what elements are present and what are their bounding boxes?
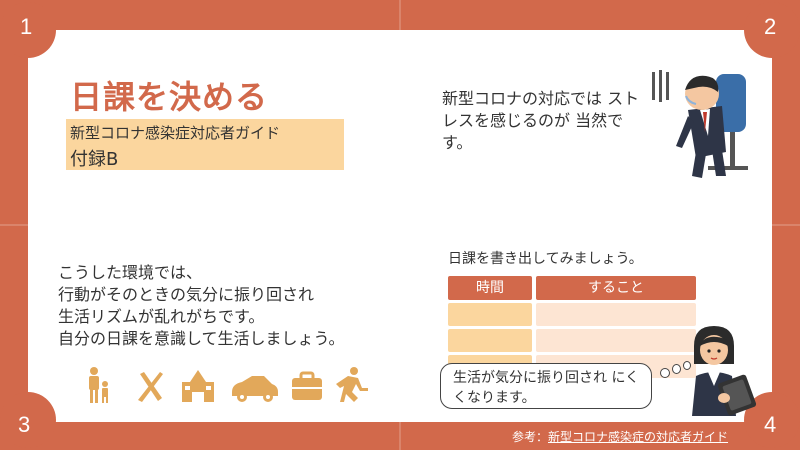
corner-number-1: 1	[20, 14, 33, 39]
page-title: 日課を決める	[70, 78, 269, 116]
reference-label: 参考：	[512, 430, 549, 444]
stress-message: 新型コロナの対応では ストレスを感じるのが 当然です。	[442, 89, 640, 152]
corner-number-2: 2	[764, 14, 777, 39]
table-cell-time	[448, 329, 532, 352]
running-icon	[336, 367, 368, 402]
corner-number-3: 3	[18, 412, 31, 437]
table-cell-task	[536, 303, 696, 326]
activity-icons	[89, 367, 368, 403]
table-header-task: すること	[536, 276, 696, 300]
body-text: こうした環境では、 行動がそのときの気分に振り回され 生活リズムが乱れがちです。…	[58, 262, 418, 350]
table-cell-time	[448, 303, 532, 326]
reference: 参考：新型コロナ感染症の対応者ガイド	[512, 428, 728, 445]
family-icon	[89, 367, 108, 403]
subtitle-guide: 新型コロナ感染症対応者ガイド	[70, 124, 281, 142]
briefcase-icon	[292, 371, 322, 400]
table-cell-task	[536, 329, 696, 352]
speech-bubble: 生活が気分に振り回され にくくなります。	[440, 363, 652, 409]
table-header-time: 時間	[448, 276, 532, 300]
body-line: 自分の日課を意識して生活しましょう。	[58, 329, 345, 348]
fork-knife-icon	[138, 372, 163, 402]
school-icon	[182, 370, 214, 402]
reference-link[interactable]: 新型コロナ感染症の対応者ガイド	[548, 430, 728, 444]
subtitle-appendix: 付録B	[70, 149, 119, 170]
table-lead: 日課を書き出してみましょう。	[448, 251, 643, 267]
body-line: 生活リズムが乱れがちです。	[58, 307, 265, 326]
bubble-dot	[660, 368, 670, 378]
bubble-dot	[672, 364, 681, 374]
car-icon	[232, 376, 278, 402]
stressed-man-illustration	[652, 70, 748, 178]
corner-number-4: 4	[764, 412, 777, 437]
body-line: こうした環境では、	[58, 263, 203, 282]
woman-illustration	[692, 326, 757, 416]
body-line: 行動がそのときの気分に振り回され	[58, 285, 315, 304]
